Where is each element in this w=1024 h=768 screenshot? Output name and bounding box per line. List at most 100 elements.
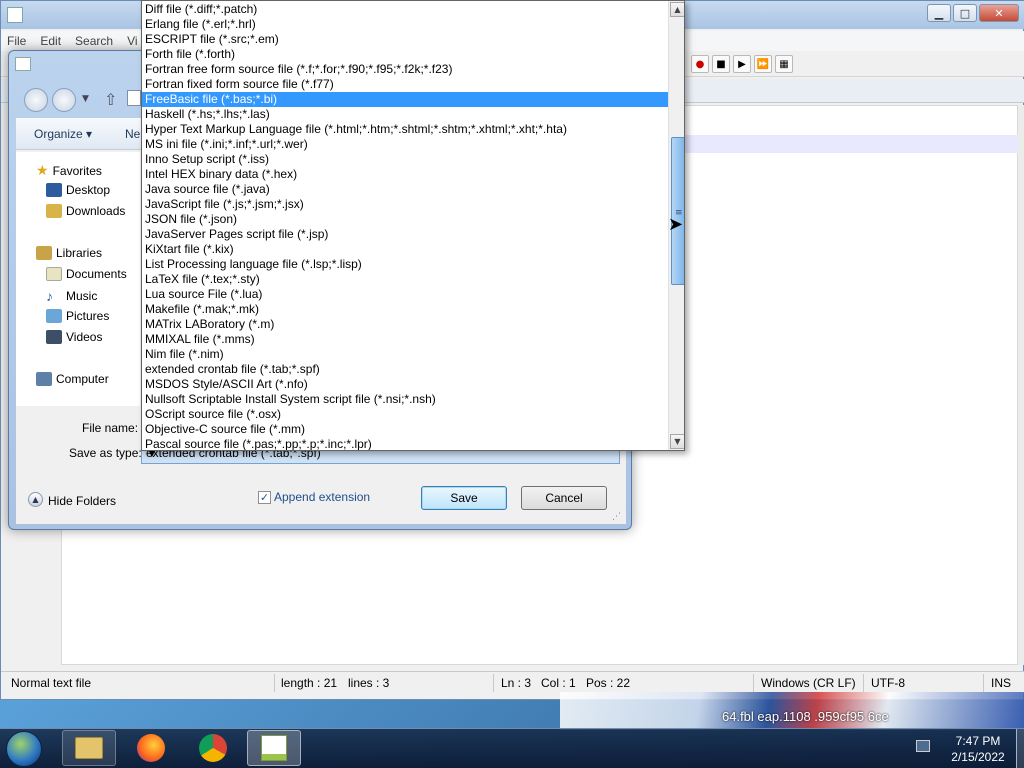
forward-button[interactable] bbox=[52, 88, 76, 112]
file-type-dropdown-list[interactable]: Diff file (*.diff;*.patch) Erlang file (*… bbox=[141, 0, 685, 451]
cancel-button[interactable]: Cancel bbox=[521, 486, 607, 510]
taskbar-firefox[interactable] bbox=[124, 730, 178, 766]
dropdown-option[interactable]: extended crontab file (*.tab;*.spf) bbox=[142, 362, 668, 377]
start-button[interactable] bbox=[6, 731, 42, 767]
dropdown-option[interactable]: Pascal source file (*.pas;*.pp;*.p;*.inc… bbox=[142, 437, 668, 450]
dropdown-option[interactable]: JavaScript file (*.js;*.jsm;*.jsx) bbox=[142, 197, 668, 212]
dropdown-option[interactable]: Makefile (*.mak;*.mk) bbox=[142, 302, 668, 317]
dropdown-option[interactable]: Diff file (*.diff;*.patch) bbox=[142, 2, 668, 17]
nav-music[interactable]: ♪ Music bbox=[46, 288, 97, 304]
taskbar-notepadpp[interactable] bbox=[247, 730, 301, 766]
nav-downloads[interactable]: Downloads bbox=[46, 204, 125, 218]
scrollbar-thumb[interactable]: ≡ bbox=[671, 137, 684, 285]
menu-search[interactable]: Search bbox=[75, 34, 113, 48]
dropdown-option[interactable]: KiXtart file (*.kix) bbox=[142, 242, 668, 257]
status-file-type: Normal text file bbox=[11, 676, 92, 690]
dropdown-option[interactable]: LaTeX file (*.tex;*.sty) bbox=[142, 272, 668, 287]
network-icon[interactable] bbox=[916, 740, 930, 752]
nav-computer[interactable]: Computer bbox=[36, 372, 109, 386]
dropdown-option[interactable]: MSDOS Style/ASCII Art (*.nfo) bbox=[142, 377, 668, 392]
up-folder-icon[interactable]: ⇧ bbox=[104, 90, 117, 109]
dropdown-option[interactable]: Erlang file (*.erl;*.hrl) bbox=[142, 17, 668, 32]
scroll-up-icon[interactable]: ▲ bbox=[670, 2, 684, 17]
pictures-icon bbox=[46, 309, 62, 323]
append-extension-label: Append extension bbox=[274, 490, 371, 504]
play-macro-icon[interactable]: ▶ bbox=[733, 55, 751, 73]
dropdown-option[interactable]: JSON file (*.json) bbox=[142, 212, 668, 227]
record-macro-icon[interactable]: ● bbox=[691, 55, 709, 73]
nav-favorites[interactable]: ★ Favorites bbox=[36, 162, 102, 179]
editor-scrollbar[interactable] bbox=[1018, 105, 1024, 665]
stop-macro-icon[interactable]: ■ bbox=[712, 55, 730, 73]
maximize-button[interactable]: □ bbox=[953, 4, 977, 22]
dropdown-option[interactable]: Intel HEX binary data (*.hex) bbox=[142, 167, 668, 182]
dropdown-option[interactable]: Nim file (*.nim) bbox=[142, 347, 668, 362]
dropdown-option[interactable]: MS ini file (*.ini;*.inf;*.url;*.wer) bbox=[142, 137, 668, 152]
minimize-button[interactable]: ▁ bbox=[927, 4, 951, 22]
status-insert-mode: INS bbox=[991, 676, 1012, 690]
status-ln: Ln : 3 bbox=[501, 676, 532, 690]
dropdown-option[interactable]: Nullsoft Scriptable Install System scrip… bbox=[142, 392, 668, 407]
dialog-toolbar: Organize ▾ Ne bbox=[16, 118, 146, 150]
nav-desktop[interactable]: Desktop bbox=[46, 183, 110, 197]
chrome-icon bbox=[199, 734, 227, 762]
append-extension-checkbox[interactable]: ✓ bbox=[258, 491, 271, 504]
videos-icon bbox=[46, 330, 62, 344]
dropdown-option[interactable]: Fortran fixed form source file (*.f77) bbox=[142, 77, 668, 92]
address-bar[interactable] bbox=[127, 90, 141, 106]
status-encoding: UTF-8 bbox=[871, 676, 905, 690]
dropdown-option[interactable]: ESCRIPT file (*.src;*.em) bbox=[142, 32, 668, 47]
taskbar-chrome[interactable] bbox=[186, 730, 240, 766]
navigation-pane: ★ Favorites Desktop Downloads Libraries … bbox=[16, 152, 140, 406]
menu-view[interactable]: Vi bbox=[127, 34, 137, 48]
status-lines: lines : 3 bbox=[348, 676, 390, 690]
dropdown-option[interactable]: Inno Setup script (*.iss) bbox=[142, 152, 668, 167]
dropdown-option[interactable]: MMIXAL file (*.mms) bbox=[142, 332, 668, 347]
save-button[interactable]: Save bbox=[421, 486, 507, 510]
resize-grip-icon[interactable]: ⋰ bbox=[612, 512, 621, 522]
status-pos: Pos : 22 bbox=[586, 676, 631, 690]
dropdown-option[interactable]: MATrix LABoratory (*.m) bbox=[142, 317, 668, 332]
scroll-down-icon[interactable]: ▼ bbox=[670, 434, 684, 449]
run-multiple-macro-icon[interactable]: ⏩ bbox=[754, 55, 772, 73]
nav-documents[interactable]: Documents bbox=[46, 267, 127, 281]
back-button[interactable] bbox=[24, 88, 48, 112]
organize-button[interactable]: Organize ▾ bbox=[34, 127, 92, 141]
nav-pictures[interactable]: Pictures bbox=[46, 309, 109, 323]
close-button[interactable]: ✕ bbox=[979, 4, 1019, 22]
notepadpp-app-icon bbox=[7, 7, 23, 23]
dropdown-option[interactable]: Hyper Text Markup Language file (*.html;… bbox=[142, 122, 668, 137]
dialog-app-icon bbox=[15, 57, 31, 71]
chevron-up-icon[interactable]: ▲ bbox=[28, 492, 43, 507]
save-macro-icon[interactable]: ▦ bbox=[775, 55, 793, 73]
system-clock[interactable]: 7:47 PM 2/15/2022 bbox=[940, 733, 1016, 765]
firefox-icon bbox=[137, 734, 165, 762]
desktop-filename-text: 64.fbl eap.1108 .959cf95 6ce bbox=[722, 709, 889, 724]
status-length: length : 21 bbox=[281, 676, 338, 690]
nav-libraries[interactable]: Libraries bbox=[36, 246, 102, 260]
notepadpp-icon bbox=[261, 735, 287, 761]
dropdown-option[interactable]: JavaServer Pages script file (*.jsp) bbox=[142, 227, 668, 242]
menu-edit[interactable]: Edit bbox=[40, 34, 61, 48]
taskbar-explorer[interactable] bbox=[62, 730, 116, 766]
hide-folders-button[interactable]: Hide Folders bbox=[48, 494, 116, 508]
dropdown-option[interactable]: Lua source File (*.lua) bbox=[142, 287, 668, 302]
dropdown-option[interactable]: OScript source file (*.osx) bbox=[142, 407, 668, 422]
explorer-icon bbox=[75, 737, 103, 759]
dropdown-option[interactable]: Haskell (*.hs;*.lhs;*.las) bbox=[142, 107, 668, 122]
menu-file[interactable]: File bbox=[7, 34, 26, 48]
dropdown-option[interactable]: Forth file (*.forth) bbox=[142, 47, 668, 62]
dropdown-option[interactable]: Fortran free form source file (*.f;*.for… bbox=[142, 62, 668, 77]
show-desktop-button[interactable] bbox=[1016, 729, 1024, 768]
dropdown-option[interactable]: Java source file (*.java) bbox=[142, 182, 668, 197]
status-col: Col : 1 bbox=[541, 676, 576, 690]
dropdown-option[interactable]: List Processing language file (*.lsp;*.l… bbox=[142, 257, 668, 272]
macro-toolbar: ● ■ ▶ ⏩ ▦ bbox=[691, 55, 793, 73]
downloads-icon bbox=[46, 204, 62, 218]
new-folder-button[interactable]: Ne bbox=[125, 127, 140, 141]
dropdown-option[interactable]: Objective-C source file (*.mm) bbox=[142, 422, 668, 437]
nav-videos[interactable]: Videos bbox=[46, 330, 102, 344]
chevron-down-icon[interactable]: ▼ bbox=[82, 94, 89, 104]
dropdown-option[interactable]: FreeBasic file (*.bas;*.bi) bbox=[142, 92, 668, 107]
computer-icon bbox=[36, 372, 52, 386]
